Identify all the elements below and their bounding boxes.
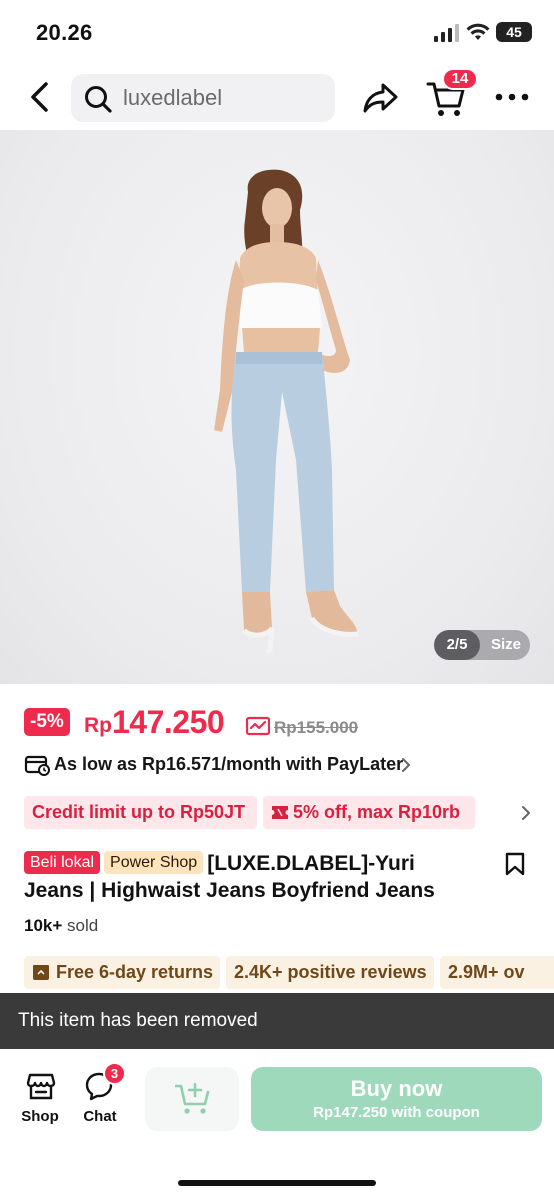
removed-toast: This item has been removed: [0, 993, 554, 1049]
chat-label: Chat: [83, 1108, 117, 1125]
share-icon[interactable]: [362, 80, 400, 116]
back-arrow-icon[interactable]: [24, 80, 56, 114]
promo-row: Credit limit up to Rp50JT 5% off, max Rp…: [24, 796, 534, 830]
voucher-chip-label: 5% off, max Rp10rb: [293, 802, 461, 822]
bottom-action-bar: Shop Chat 3 Buy now Rp147.250 with coupo…: [0, 1049, 554, 1200]
status-time: 20.26: [36, 20, 93, 45]
power-shop-tag: Power Shop: [104, 851, 204, 874]
cart-count-badge: 14: [442, 68, 478, 90]
credit-limit-chip[interactable]: Credit limit up to Rp50JT: [24, 796, 257, 829]
battery-indicator: 45: [496, 22, 532, 42]
size-chart-link[interactable]: Size: [484, 630, 528, 660]
add-to-cart-button[interactable]: [145, 1067, 239, 1131]
wifi-icon: [466, 23, 490, 40]
returns-chip[interactable]: Free 6-day returns: [24, 956, 220, 989]
shop-label: Shop: [21, 1108, 59, 1125]
feature-row: Free 6-day returns 2.4K+ positive review…: [24, 956, 554, 990]
add-to-cart-icon: [175, 1082, 210, 1114]
price-row: -5% Rp 147.250 Rp155.000: [24, 704, 534, 744]
chevron-right-icon: [402, 758, 410, 772]
home-indicator[interactable]: [178, 1180, 376, 1186]
beli-lokal-tag: Beli lokal: [24, 851, 101, 874]
sales-chip[interactable]: 2.9M+ ov: [440, 956, 554, 989]
buy-now-button[interactable]: Buy now Rp147.250 with coupon: [251, 1067, 542, 1131]
chat-unread-badge: 3: [103, 1062, 126, 1085]
product-photo: [214, 169, 359, 655]
buy-now-subtitle: Rp147.250 with coupon: [313, 1104, 480, 1121]
sold-count: 10k+ sold: [24, 916, 98, 936]
toast-message: This item has been removed: [18, 1010, 258, 1031]
paylater-text: As low as Rp16.571/month with PayLater: [54, 754, 404, 774]
status-bar: 20.26 45: [0, 0, 554, 66]
store-icon: [26, 1073, 56, 1100]
return-box-icon: [33, 965, 49, 980]
search-query: luxedlabel: [123, 85, 223, 110]
returns-chip-label: Free 6-day returns: [56, 962, 214, 982]
paylater-icon: [24, 755, 50, 776]
product-image-gallery[interactable]: 2/5 Size: [0, 130, 554, 684]
reviews-chip[interactable]: 2.4K+ positive reviews: [226, 956, 434, 989]
sold-count-label: sold: [67, 916, 99, 935]
cellular-signal-icon: [434, 24, 459, 42]
title-line-1: [LUXE.DLABEL]-Yuri: [207, 852, 415, 875]
price-currency: Rp: [84, 714, 112, 737]
image-counter[interactable]: 2/5 Size: [434, 630, 530, 660]
buy-now-label: Buy now: [350, 1076, 443, 1101]
ticket-icon: [272, 806, 288, 819]
discount-badge: -5%: [24, 708, 70, 736]
image-index: 2/5: [434, 630, 480, 660]
more-options-icon[interactable]: [494, 86, 530, 108]
shop-button[interactable]: Shop: [16, 1071, 64, 1129]
price-tag-icon: [246, 716, 270, 736]
top-nav: luxedlabel 14: [0, 66, 554, 130]
original-price: Rp155.000: [274, 718, 359, 737]
search-input[interactable]: luxedlabel: [71, 74, 335, 122]
price-value: 147.250: [112, 704, 225, 740]
voucher-chip[interactable]: 5% off, max Rp10rb: [263, 796, 475, 829]
chevron-right-icon[interactable]: [520, 804, 532, 822]
title-line-2: Jeans | Highwaist Jeans Boyfriend Jeans: [24, 879, 435, 902]
paylater-row[interactable]: As low as Rp16.571/month with PayLater: [24, 752, 424, 778]
search-icon: [85, 86, 112, 113]
product-title: Beli lokal Power Shop [LUXE.DLABEL]-Yuri J…: [24, 850, 494, 906]
bookmark-icon[interactable]: [505, 852, 525, 876]
sold-count-value: 10k+: [24, 916, 63, 935]
